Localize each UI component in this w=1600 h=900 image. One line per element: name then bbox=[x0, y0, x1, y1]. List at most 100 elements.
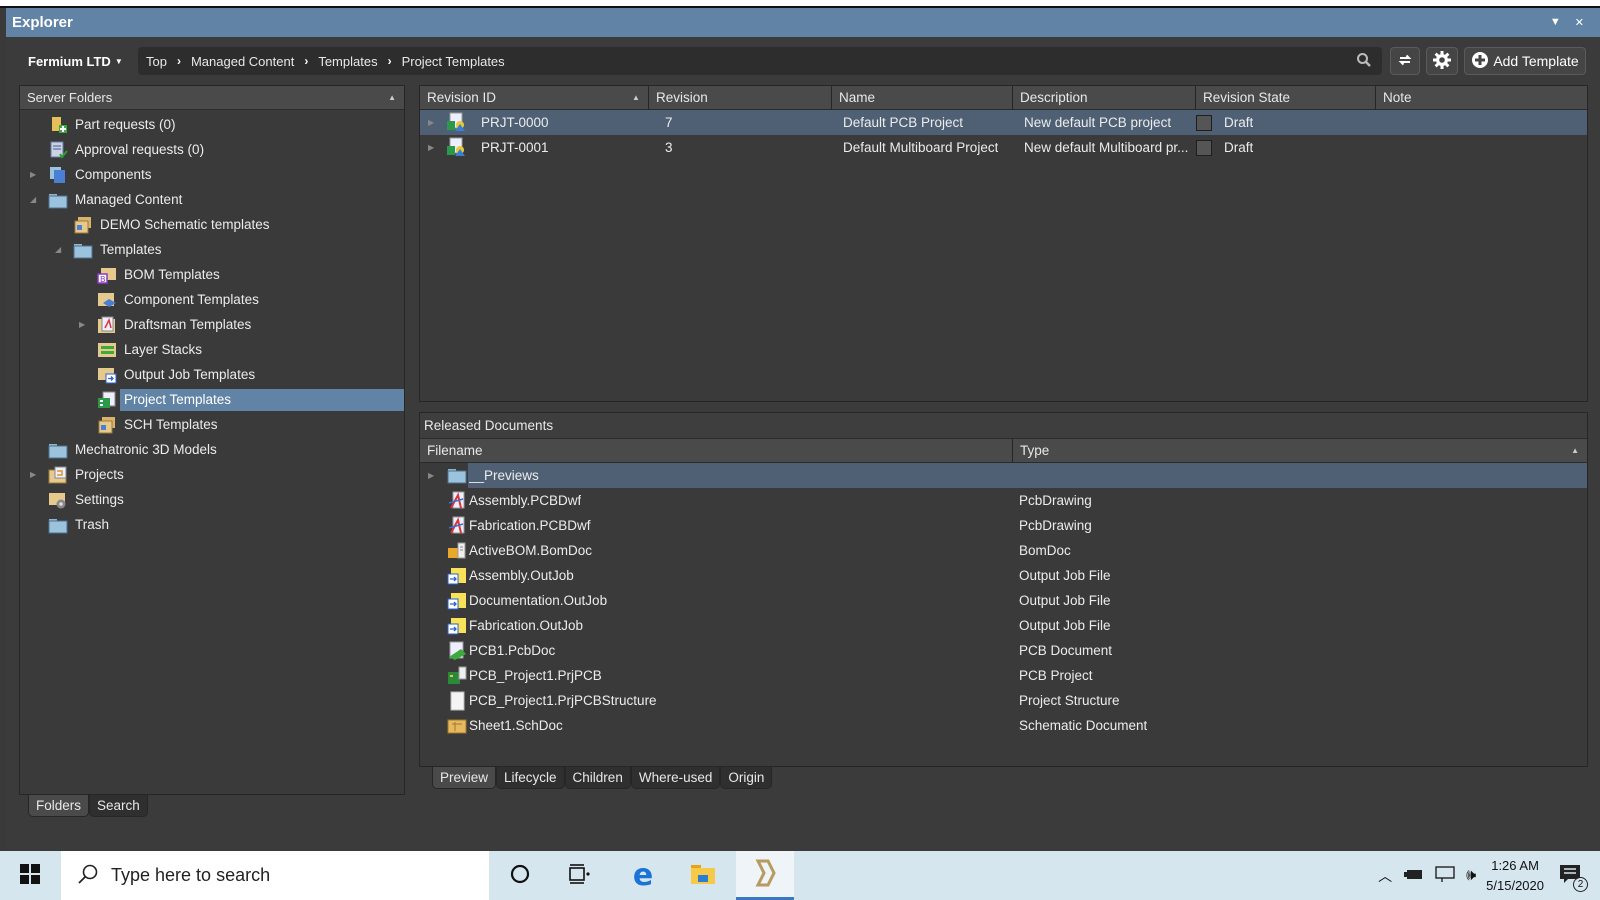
server-folders-header[interactable]: Server Folders ▲ bbox=[20, 86, 404, 110]
breadcrumb-item[interactable]: Templates bbox=[318, 54, 377, 69]
show-hidden-icons-chevron-icon[interactable]: ︿ bbox=[1378, 866, 1392, 886]
schdoc-icon bbox=[447, 716, 467, 736]
expanded-arrow-icon[interactable]: ◢ bbox=[30, 195, 40, 204]
document-row[interactable]: Assembly.OutJob Output Job File bbox=[420, 563, 1587, 588]
add-template-button[interactable]: Add Template bbox=[1464, 47, 1586, 75]
tab-folders[interactable]: Folders bbox=[28, 795, 90, 817]
revision-row[interactable]: ▶ PRJT-0001 3 Default Multiboard Project New… bbox=[420, 135, 1587, 160]
column-header-revision-id[interactable]: Revision ID bbox=[420, 86, 648, 110]
tab-children[interactable]: Children bbox=[564, 767, 631, 789]
file-explorer-button[interactable] bbox=[674, 851, 732, 900]
document-row[interactable]: ▶ __Previews bbox=[420, 463, 1587, 488]
search-icon bbox=[77, 863, 99, 888]
folder-tree-item[interactable]: Project Templates bbox=[20, 387, 404, 412]
folder-tree-item[interactable]: SCH Templates bbox=[20, 412, 404, 437]
altium-designer-button[interactable] bbox=[736, 851, 794, 900]
folder-tree-item[interactable]: Mechatronic 3D Models bbox=[20, 437, 404, 462]
expand-arrow-icon[interactable]: ▶ bbox=[428, 135, 434, 160]
layer-stacks-icon bbox=[97, 341, 117, 359]
folder-icon bbox=[447, 466, 467, 486]
prjpcb-icon bbox=[447, 666, 467, 686]
document-row[interactable]: Sheet1.SchDoc Schematic Document bbox=[420, 713, 1587, 738]
folder-tree-item[interactable]: Trash bbox=[20, 512, 404, 537]
tab-search[interactable]: Search bbox=[89, 795, 148, 817]
revision-state-checkbox[interactable] bbox=[1196, 140, 1212, 156]
organization-dropdown[interactable]: Fermium LTD ▼ bbox=[28, 54, 123, 69]
document-row[interactable]: Fabrication.PCBDwf PcbDrawing bbox=[420, 513, 1587, 538]
folder-tree-item[interactable]: ▶ Components bbox=[20, 162, 404, 187]
folder-tree-item-label: Part requests (0) bbox=[75, 116, 176, 132]
tab-origin[interactable]: Origin bbox=[720, 767, 773, 789]
revisions-grid-body: ▶ PRJT-0000 7 Default PCB Project New defaul… bbox=[420, 110, 1587, 160]
document-view-tabs: Preview Lifecycle Children Where-used Origin bbox=[432, 767, 773, 789]
search-icon[interactable] bbox=[1356, 52, 1372, 71]
network-icon[interactable] bbox=[1434, 865, 1456, 886]
task-view-button[interactable] bbox=[550, 851, 608, 900]
column-header-filename[interactable]: Filename bbox=[420, 439, 1012, 463]
revision-row[interactable]: ▶ PRJT-0000 7 Default PCB Project New defaul… bbox=[420, 110, 1587, 135]
folder-tree-item[interactable]: Layer Stacks bbox=[20, 337, 404, 362]
column-header-type[interactable]: Type bbox=[1012, 439, 1589, 463]
outjob-icon bbox=[447, 591, 467, 611]
folder-tree-item[interactable]: ▶ Projects bbox=[20, 462, 404, 487]
document-type: Output Job File bbox=[1019, 618, 1111, 633]
panel-menu-icon[interactable]: ▼ bbox=[1550, 16, 1561, 29]
folder-tree-item[interactable]: ◢ Templates bbox=[20, 237, 404, 262]
column-header-revision[interactable]: Revision bbox=[648, 86, 831, 110]
document-row[interactable]: Fabrication.OutJob Output Job File bbox=[420, 613, 1587, 638]
taskbar-search-box[interactable]: Type here to search bbox=[61, 851, 489, 900]
breadcrumb-item[interactable]: Managed Content bbox=[191, 54, 294, 69]
document-type: BomDoc bbox=[1019, 543, 1071, 558]
column-header-note[interactable]: Note bbox=[1375, 86, 1589, 110]
column-header-description[interactable]: Description bbox=[1012, 86, 1195, 110]
document-row[interactable]: Documentation.OutJob Output Job File bbox=[420, 588, 1587, 613]
expand-arrow-icon[interactable]: ▶ bbox=[428, 463, 434, 488]
folder-tree-item[interactable]: Component Templates bbox=[20, 287, 404, 312]
folder-tree-item[interactable]: ◢ Managed Content bbox=[20, 187, 404, 212]
document-row[interactable]: ActiveBOM.BomDoc BomDoc bbox=[420, 538, 1587, 563]
expanded-arrow-icon[interactable]: ◢ bbox=[55, 245, 65, 254]
document-filename: ActiveBOM.BomDoc bbox=[469, 543, 593, 558]
document-row[interactable]: PCB_Project1.PrjPCBStructure Project Stru… bbox=[420, 688, 1587, 713]
action-center-icon[interactable]: 2 bbox=[1558, 863, 1588, 892]
volume-icon[interactable]: 🕪 bbox=[1466, 867, 1476, 885]
edge-browser-button[interactable]: e bbox=[614, 851, 672, 900]
tab-preview[interactable]: Preview bbox=[432, 767, 497, 789]
settings-button[interactable] bbox=[1426, 47, 1458, 75]
folder-tree-item[interactable]: Output Job Templates bbox=[20, 362, 404, 387]
start-button[interactable] bbox=[0, 851, 60, 900]
document-filename: Documentation.OutJob bbox=[469, 593, 608, 608]
breadcrumb-item[interactable]: Top bbox=[146, 54, 167, 69]
column-header-name[interactable]: Name bbox=[831, 86, 1012, 110]
refresh-button[interactable] bbox=[1390, 47, 1420, 75]
folder-tree-item[interactable]: ▶ Draftsman Templates bbox=[20, 312, 404, 337]
battery-icon[interactable] bbox=[1404, 867, 1424, 884]
tab-where-used[interactable]: Where-used bbox=[630, 767, 721, 789]
document-row[interactable]: PCB_Project1.PrjPCB PCB Project bbox=[420, 663, 1587, 688]
document-row[interactable]: PCB1.PcbDoc PCB Document bbox=[420, 638, 1587, 663]
close-icon[interactable]: ✕ bbox=[1575, 16, 1584, 29]
clock-time: 1:26 AM bbox=[1491, 857, 1539, 873]
expand-arrow-icon[interactable]: ▶ bbox=[30, 170, 40, 179]
expand-arrow-icon[interactable]: ▶ bbox=[79, 320, 89, 329]
folder-tree-item[interactable]: Approval requests (0) bbox=[20, 137, 404, 162]
document-filename: Fabrication.PCBDwf bbox=[469, 518, 591, 533]
system-clock[interactable]: 1:26 AM 5/15/2020 bbox=[1486, 856, 1544, 896]
released-documents-title: Released Documents bbox=[420, 413, 1587, 439]
cortana-button[interactable] bbox=[491, 851, 549, 900]
folder-tree-item[interactable]: Part requests (0) bbox=[20, 112, 404, 137]
breadcrumb-item[interactable]: Project Templates bbox=[402, 54, 505, 69]
screen-top-strip bbox=[0, 0, 1600, 8]
folder-tree-item[interactable]: Settings bbox=[20, 487, 404, 512]
expand-arrow-icon[interactable]: ▶ bbox=[428, 110, 434, 135]
revision-state-checkbox[interactable] bbox=[1196, 115, 1212, 131]
expand-arrow-icon[interactable]: ▶ bbox=[30, 470, 40, 479]
folder-tree-item-label: DEMO Schematic templates bbox=[100, 216, 270, 232]
column-header-revision-state[interactable]: Revision State bbox=[1195, 86, 1375, 110]
folder-tree-item[interactable]: B BOM Templates bbox=[20, 262, 404, 287]
folder-tree-item-label: Projects bbox=[75, 466, 124, 482]
revision-name: Default PCB Project bbox=[843, 115, 964, 130]
folder-tree-item[interactable]: DEMO Schematic templates bbox=[20, 212, 404, 237]
document-row[interactable]: Assembly.PCBDwf PcbDrawing bbox=[420, 488, 1587, 513]
tab-lifecycle[interactable]: Lifecycle bbox=[496, 767, 565, 789]
